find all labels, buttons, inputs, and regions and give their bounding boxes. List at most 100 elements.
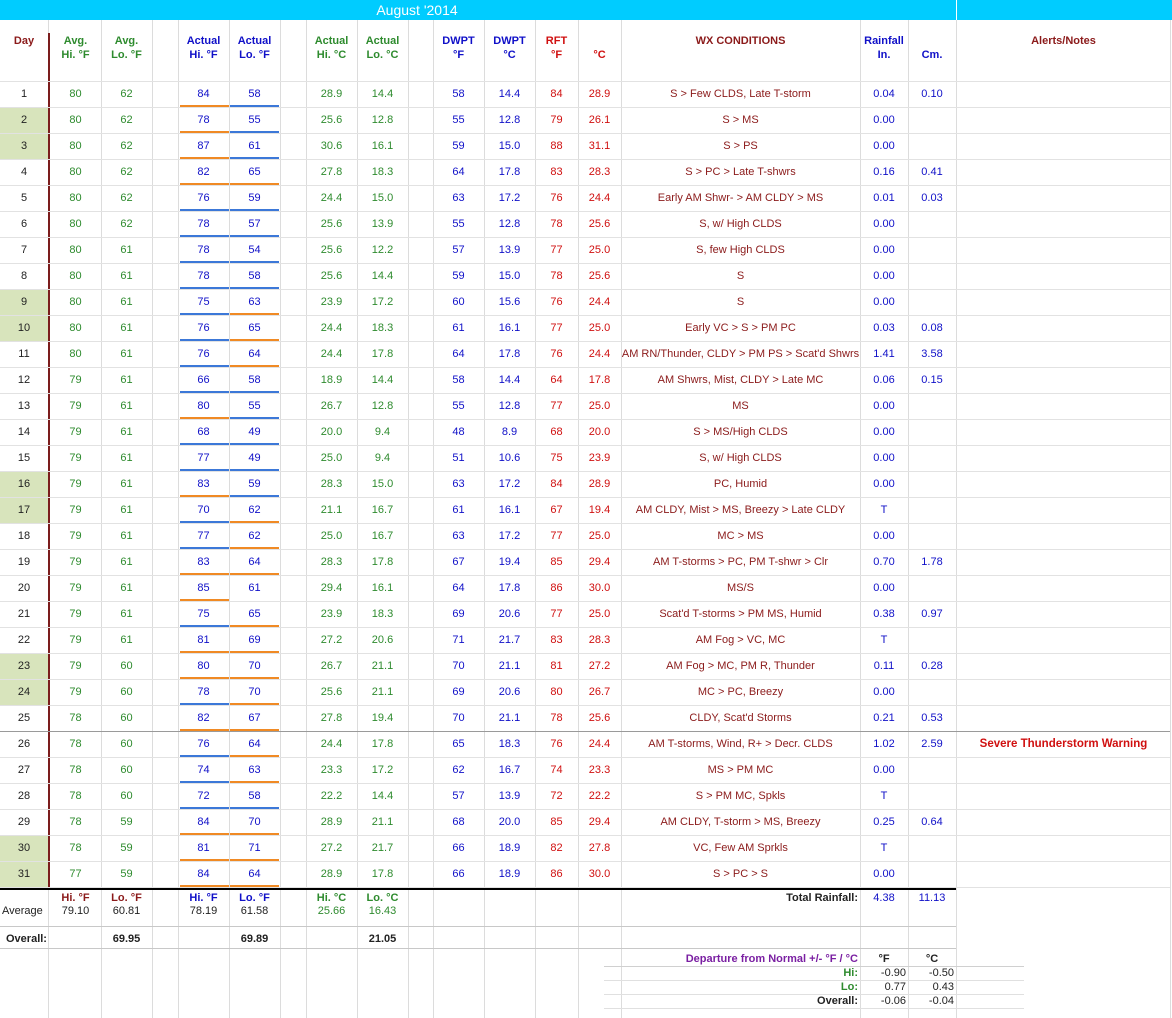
- header-rft_c-unit: °C: [593, 49, 606, 61]
- cell-dwpt-c: 16.7: [498, 764, 521, 776]
- cell-act-lo-f: 69: [248, 634, 261, 646]
- cell-rain-in: 0.25: [873, 816, 895, 828]
- cell-dwpt-c: 13.9: [498, 790, 521, 802]
- cell-day: 31: [17, 868, 31, 880]
- cell-rft-f: 79: [550, 114, 563, 126]
- cell-act-hi-f: 80: [197, 660, 210, 672]
- cell-act-lo-f: 59: [248, 192, 261, 204]
- cell-rft-f: 67: [550, 504, 563, 516]
- cell-wx: AM T-storms, Wind, R+ > Decr. CLDS: [648, 738, 833, 750]
- cell-act-hi-f: 81: [197, 842, 210, 854]
- cell-wx: CLDY, Scat'd Storms: [689, 712, 792, 724]
- grid-line-h: [0, 341, 1170, 342]
- cell-avg-hi: 80: [69, 192, 82, 204]
- cell-wx: S > Few CLDS, Late T-storm: [670, 88, 811, 100]
- cell-wx: AM Shwrs, Mist, CLDY > Late MC: [657, 374, 824, 386]
- cell-dwpt-c: 16.1: [498, 504, 521, 516]
- lo-underline: [230, 677, 279, 679]
- cell-dwpt-c: 21.1: [498, 712, 521, 724]
- cell-rft-f: 77: [550, 608, 563, 620]
- cell-avg-hi: 79: [69, 556, 82, 568]
- hi-underline: [180, 807, 229, 809]
- cell-rain-cm: 0.53: [921, 712, 943, 724]
- lo-underline: [230, 391, 279, 393]
- cell-act-lo-f: 64: [248, 348, 261, 360]
- cell-day: 24: [17, 686, 31, 698]
- cell-avg-lo: 60: [120, 790, 133, 802]
- grid-line-h: [0, 653, 1170, 654]
- hi-underline: [180, 703, 229, 705]
- cell-act-lo-f: 61: [248, 140, 261, 152]
- cell-day: 19: [17, 556, 31, 568]
- cell-wx: MC > PC, Breezy: [697, 686, 784, 698]
- cell-act-lo-f: 70: [248, 660, 261, 672]
- cell-act-lo-c: 13.9: [371, 218, 394, 230]
- cell-act-hi-c: 25.6: [320, 114, 343, 126]
- header-dwpt_f-top: DWPT: [442, 35, 475, 47]
- overall-act-f: 69.89: [240, 933, 269, 945]
- cell-dwpt-c: 15.0: [498, 140, 521, 152]
- cell-wx: S > PS: [723, 140, 758, 152]
- cell-wx: S: [736, 270, 745, 282]
- cell-rft-f: 83: [550, 166, 563, 178]
- cell-rft-f: 85: [550, 816, 563, 828]
- cell-rft-f: 84: [550, 478, 563, 490]
- cell-rft-c: 24.4: [588, 348, 611, 360]
- cell-dwpt-c: 18.3: [498, 738, 521, 750]
- grid-line-v: [1170, 20, 1171, 1018]
- cell-avg-hi: 79: [69, 426, 82, 438]
- cell-act-hi-c: 20.0: [320, 426, 343, 438]
- lo-underline: [230, 365, 279, 367]
- cell-day: 7: [20, 244, 28, 256]
- cell-wx: MC > MS: [717, 530, 764, 542]
- lo-underline: [230, 651, 279, 653]
- cell-act-hi-c: 25.0: [320, 452, 343, 464]
- cell-act-hi-f: 77: [197, 452, 210, 464]
- cell-avg-hi: 79: [69, 452, 82, 464]
- cell-rft-f: 80: [550, 686, 563, 698]
- lo-underline: [230, 625, 279, 627]
- average-label: Average: [2, 905, 43, 917]
- cell-day: 1: [20, 88, 28, 100]
- grid-line-h: [0, 159, 1170, 160]
- header-act_lo_f-unit: Lo. °F: [239, 49, 270, 61]
- lo-underline: [230, 287, 279, 289]
- header-act_lo_c-unit: Lo. °C: [366, 49, 399, 61]
- cell-rft-c: 28.3: [588, 634, 611, 646]
- hi-underline: [180, 391, 229, 393]
- overall-act-c: 21.05: [368, 933, 397, 945]
- lo-underline: [230, 261, 279, 263]
- cell-act-lo-f: 63: [248, 296, 261, 308]
- header-act_hi_f-unit: Hi. °F: [189, 49, 218, 61]
- grid-line-h: [0, 445, 1170, 446]
- cell-avg-hi: 80: [69, 296, 82, 308]
- grid-line-v: [152, 20, 153, 1018]
- overall-top-line: [0, 926, 956, 927]
- hi-underline: [180, 859, 229, 861]
- cell-avg-hi: 78: [69, 816, 82, 828]
- lo-underline: [230, 131, 279, 133]
- avg-hi-value: 79.10: [61, 905, 90, 917]
- lo-underline: [230, 339, 279, 341]
- grid-line-h: [0, 237, 1170, 238]
- cell-act-hi-c: 21.1: [320, 504, 343, 516]
- header-avg_hi-top: Avg.: [63, 35, 88, 47]
- cell-dwpt-c: 12.8: [498, 218, 521, 230]
- grid-line-h: [0, 81, 1170, 82]
- cell-rain-cm: 0.64: [921, 816, 943, 828]
- cell-rft-f: 77: [550, 244, 563, 256]
- cell-avg-lo: 61: [120, 296, 133, 308]
- hi-underline: [180, 547, 229, 549]
- cell-rain-cm: 0.10: [921, 88, 943, 100]
- cell-rain-in: 0.21: [873, 712, 895, 724]
- cell-act-hi-c: 27.2: [320, 634, 343, 646]
- cell-rft-c: 27.2: [588, 660, 611, 672]
- lo-underline: [230, 417, 279, 419]
- cell-dwpt-c: 18.9: [498, 842, 521, 854]
- lo-underline: [230, 183, 279, 185]
- lo-underline: [230, 495, 279, 497]
- departure-row-label: Hi:: [843, 967, 858, 979]
- cell-wx: S, few High CLDS: [696, 244, 785, 256]
- cell-rain-in: 0.11: [873, 660, 895, 672]
- cell-dwpt-f: 64: [452, 582, 465, 594]
